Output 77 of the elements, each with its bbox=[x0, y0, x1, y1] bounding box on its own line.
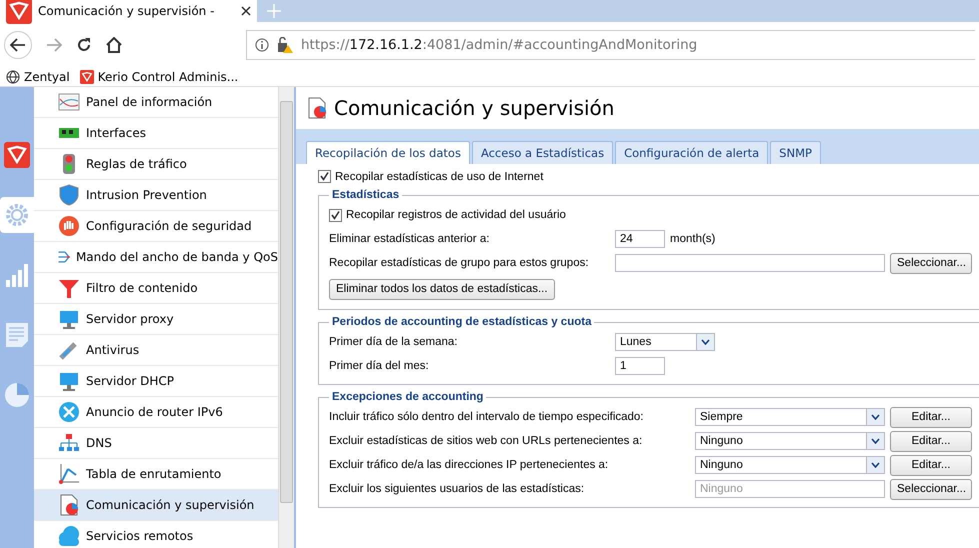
number-field[interactable]: 24 bbox=[615, 230, 665, 248]
sidebar-item[interactable]: Servicios remotos bbox=[34, 521, 278, 548]
browser-tab[interactable]: Comunicación y supervisión - bbox=[0, 0, 257, 22]
pie-icon bbox=[4, 382, 30, 408]
edit-button[interactable]: Editar... bbox=[890, 430, 972, 452]
checkbox-label: Recopilar estadísticas de uso de Internet bbox=[335, 170, 544, 182]
number-field[interactable]: 1 bbox=[615, 357, 665, 375]
field-label: Recopilar estadísticas de grupo para estos grupos: bbox=[329, 257, 590, 269]
address-bar[interactable]: https://172.16.1.2:4081/admin/#accountingAndMonitoring bbox=[246, 30, 975, 60]
sidebar-item[interactable]: Antivirus bbox=[34, 335, 278, 366]
lock-warning-icon bbox=[277, 37, 293, 53]
dropdown[interactable]: Siempre bbox=[695, 408, 885, 426]
delete-button[interactable]: Eliminar todos los datos de estadísticas... bbox=[329, 278, 555, 300]
close-icon[interactable] bbox=[241, 6, 251, 16]
edit-button[interactable]: Editar... bbox=[890, 406, 972, 428]
section-title: Periodos de accounting de estadísticas y cuota bbox=[331, 316, 592, 328]
sidebar-item[interactable]: Comunicación y supervisión bbox=[34, 490, 278, 521]
tab[interactable]: Acceso a Estadísticas bbox=[472, 141, 614, 164]
bars-icon bbox=[4, 262, 30, 288]
sidebar-item[interactable]: Servidor proxy bbox=[34, 304, 278, 335]
sidebar-item[interactable]: Configuración de seguridad bbox=[34, 211, 278, 242]
field-label: Excluir tráfico de/a las direcciones IP pertenecientes a: bbox=[329, 459, 610, 471]
report-icon bbox=[306, 97, 328, 119]
sidebar-item[interactable]: Interfaces bbox=[34, 118, 278, 149]
field-label: Excluir estadísticas de sitios web con URLs pertenecientes a: bbox=[329, 435, 644, 447]
report-icon bbox=[58, 494, 80, 516]
back-arrow-icon bbox=[10, 38, 26, 52]
gear-icon bbox=[4, 202, 30, 228]
monitor-icon bbox=[58, 370, 80, 392]
input-field[interactable] bbox=[615, 254, 885, 272]
section-title: Excepciones de accounting bbox=[331, 391, 484, 403]
sidebar-item[interactable]: DNS bbox=[34, 428, 278, 459]
field-label: Eliminar estadísticas anterior a: bbox=[329, 233, 490, 245]
monitor-icon bbox=[58, 308, 80, 330]
bookmark[interactable]: Kerio Control Adminis... bbox=[80, 70, 238, 84]
reload-icon[interactable] bbox=[76, 37, 92, 53]
globe-icon bbox=[6, 70, 20, 84]
sidebar-item[interactable]: Reglas de tráfico bbox=[34, 149, 278, 180]
page-title: Comunicación y supervisión bbox=[334, 96, 614, 120]
tree-icon bbox=[58, 432, 80, 454]
dropdown[interactable]: Lunes bbox=[615, 333, 715, 351]
field-label: Primer día de la semana: bbox=[329, 336, 458, 348]
tab[interactable]: SNMP bbox=[770, 141, 821, 164]
tab[interactable]: Configuración de alerta bbox=[615, 141, 768, 164]
section-title: Estadísticas bbox=[331, 189, 400, 201]
sidebar-item[interactable]: Servidor DHCP bbox=[34, 366, 278, 397]
bookmark[interactable]: Zentyal bbox=[6, 70, 70, 84]
checkbox[interactable] bbox=[329, 208, 342, 222]
sidebar-item[interactable]: Mando del ancho de banda y QoS bbox=[34, 242, 278, 273]
dashboard-icon bbox=[58, 91, 80, 113]
info-icon bbox=[255, 38, 269, 52]
edit-button[interactable]: Editar... bbox=[890, 454, 972, 476]
sidebar-item[interactable]: Filtro de contenido bbox=[34, 273, 278, 304]
field-label: Incluir tráfico sólo dentro del intervalo de tiempo especificado: bbox=[329, 411, 645, 423]
shield-icon bbox=[58, 184, 80, 206]
sidebar-item[interactable]: Panel de información bbox=[34, 87, 278, 118]
checkbox[interactable] bbox=[318, 170, 331, 183]
select-button[interactable]: Seleccionar... bbox=[890, 478, 972, 500]
shield-icon bbox=[80, 70, 94, 84]
dropdown[interactable]: Ninguno bbox=[695, 456, 885, 474]
select-button[interactable]: Seleccionar... bbox=[890, 252, 972, 274]
back-button[interactable] bbox=[4, 31, 32, 59]
sidebar-item[interactable]: Intrusion Prevention bbox=[34, 180, 278, 211]
checkbox-label: Recopilar registros de actividad del usuário bbox=[346, 209, 566, 221]
shield-icon bbox=[4, 142, 30, 168]
doc-icon bbox=[4, 322, 30, 348]
home-icon[interactable] bbox=[106, 37, 122, 53]
dropdown[interactable]: Ninguno bbox=[695, 432, 885, 450]
sidebar-item[interactable]: Anuncio de router IPv6 bbox=[34, 397, 278, 428]
axes-icon bbox=[58, 463, 80, 485]
funnel-icon bbox=[58, 277, 80, 299]
field-label: Excluir los siguientes usuarios de las estadísticas: bbox=[329, 483, 586, 495]
unit-label: month(s) bbox=[670, 233, 716, 245]
field-label: Primer día del mes: bbox=[329, 360, 430, 372]
tab[interactable]: Recopilación de los datos bbox=[306, 141, 470, 164]
cloud-icon bbox=[58, 525, 80, 547]
scrollbar-thumb[interactable] bbox=[280, 101, 293, 503]
